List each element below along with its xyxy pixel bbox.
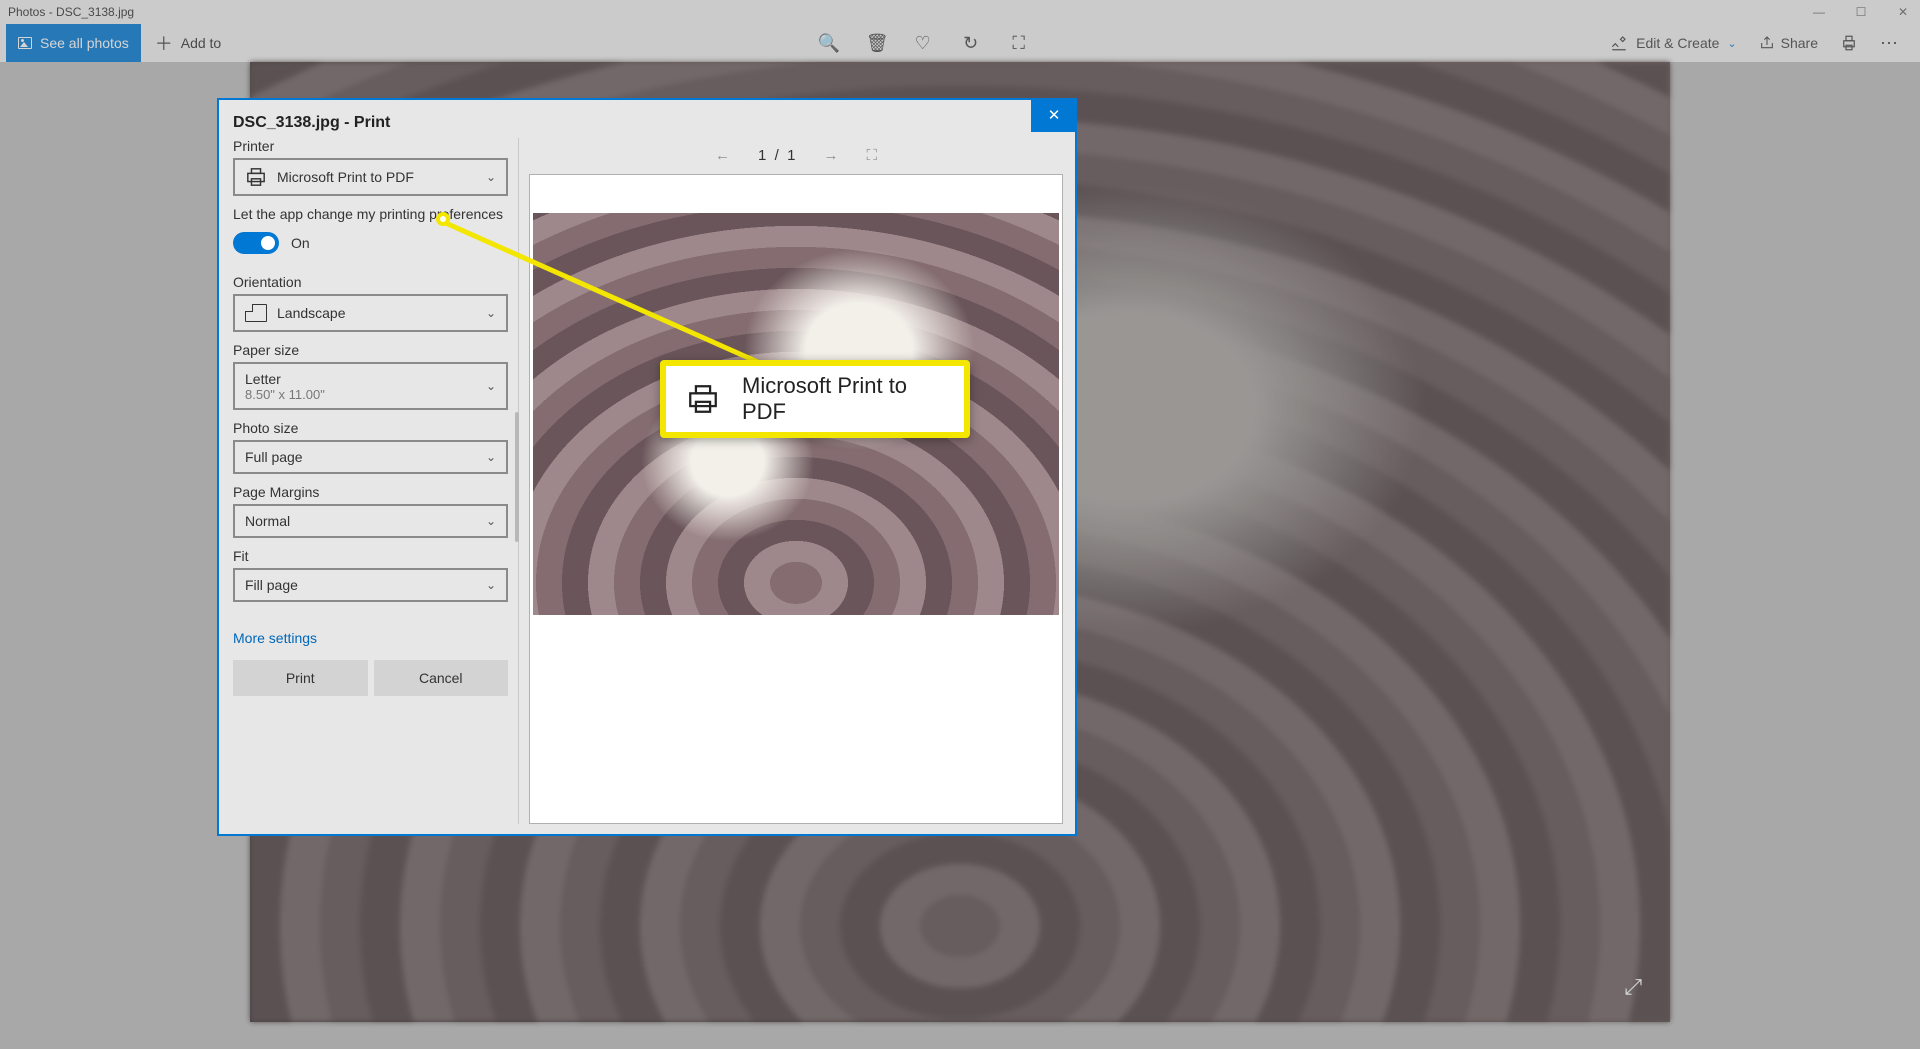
crop-icon[interactable]: ⛶	[1010, 33, 1028, 54]
paper-size-select[interactable]: Letter 8.50" x 11.00" ⌄	[233, 362, 508, 410]
window-controls: — ☐ ✕	[1810, 5, 1912, 19]
fit-label: Fit	[233, 548, 508, 564]
print-button[interactable]: Print	[233, 660, 368, 696]
chevron-down-icon: ⌄	[486, 450, 496, 464]
page-total: 1	[787, 147, 795, 164]
printer-value: Microsoft Print to PDF	[277, 169, 414, 185]
chevron-down-icon: ⌄	[486, 578, 496, 592]
printer-label: Printer	[233, 138, 508, 154]
add-to-label: Add to	[181, 35, 221, 51]
app-toolbar: See all photos ＋ Add to 🔍 🗑 ♡ ↻ ⛶ Edit &…	[0, 24, 1920, 62]
photo-size-select[interactable]: Full page ⌄	[233, 440, 508, 474]
fullscreen-icon[interactable]: ⤢	[1624, 974, 1642, 1000]
print-settings-panel: Printer Microsoft Print to PDF ⌄ Let the…	[233, 138, 519, 824]
toolbar-right: Edit & Create ⌄ Share ⋯	[1610, 33, 1914, 54]
more-settings-link[interactable]: More settings	[233, 630, 508, 646]
preview-toolbar: ← 1 / 1 → ⛶	[529, 138, 1063, 172]
delete-icon[interactable]: 🗑	[866, 33, 884, 54]
chevron-down-icon: ⌄	[486, 306, 496, 320]
page-margins-value: Normal	[245, 513, 290, 529]
page-current: 1	[758, 147, 766, 164]
add-to-button[interactable]: ＋ Add to	[141, 24, 235, 62]
photo-icon	[18, 37, 32, 49]
maximize-button[interactable]: ☐	[1852, 5, 1870, 19]
page-margins-label: Page Margins	[233, 484, 508, 500]
orientation-label: Orientation	[233, 274, 508, 290]
edit-create-label: Edit & Create	[1636, 35, 1719, 51]
annotation-text: Microsoft Print to PDF	[742, 373, 944, 425]
printer-icon	[245, 167, 267, 187]
share-icon	[1759, 35, 1775, 51]
minimize-button[interactable]: —	[1810, 5, 1828, 19]
close-window-button[interactable]: ✕	[1894, 5, 1912, 19]
edit-create-icon	[1610, 34, 1628, 52]
zoom-icon[interactable]: 🔍	[818, 33, 836, 54]
next-page-button[interactable]: →	[824, 147, 839, 164]
annotation-dot	[436, 212, 450, 226]
fit-value: Fill page	[245, 577, 298, 593]
prev-page-button[interactable]: ←	[715, 147, 730, 164]
print-dialog: ✕ DSC_3138.jpg - Print Printer Microsoft…	[217, 98, 1077, 836]
print-preview-panel: ← 1 / 1 → ⛶	[529, 138, 1063, 824]
cancel-button[interactable]: Cancel	[374, 660, 509, 696]
plus-icon: ＋	[155, 30, 173, 56]
paper-size-value: Letter	[245, 371, 281, 387]
photo-size-label: Photo size	[233, 420, 508, 436]
chevron-down-icon: ⌄	[486, 170, 496, 184]
share-button[interactable]: Share	[1759, 35, 1818, 51]
page-margins-select[interactable]: Normal ⌄	[233, 504, 508, 538]
heart-icon[interactable]: ♡	[914, 33, 932, 54]
print-icon[interactable]	[1840, 34, 1858, 52]
share-label: Share	[1781, 35, 1818, 51]
let-app-toggle[interactable]	[233, 232, 279, 254]
toggle-state: On	[291, 235, 310, 251]
page-sep: /	[775, 147, 779, 164]
toolbar-center: 🔍 🗑 ♡ ↻ ⛶	[235, 33, 1610, 54]
chevron-down-icon: ⌄	[1727, 37, 1736, 50]
edit-create-button[interactable]: Edit & Create ⌄	[1610, 34, 1736, 52]
window-title: Photos - DSC_3138.jpg	[8, 5, 1810, 19]
chevron-down-icon: ⌄	[486, 379, 496, 393]
annotation-callout: Microsoft Print to PDF	[660, 360, 970, 438]
chevron-down-icon: ⌄	[486, 514, 496, 528]
see-all-label: See all photos	[40, 35, 129, 51]
printer-select[interactable]: Microsoft Print to PDF ⌄	[233, 158, 508, 196]
fit-page-icon[interactable]: ⛶	[867, 147, 878, 164]
landscape-icon	[245, 304, 267, 322]
window-titlebar: Photos - DSC_3138.jpg — ☐ ✕	[0, 0, 1920, 24]
orientation-select[interactable]: Landscape ⌄	[233, 294, 508, 332]
rotate-icon[interactable]: ↻	[962, 33, 980, 54]
dialog-title: DSC_3138.jpg - Print	[219, 100, 1075, 138]
paper-size-label: Paper size	[233, 342, 508, 358]
paper-size-dim: 8.50" x 11.00"	[245, 387, 325, 402]
let-app-label: Let the app change my printing preferenc…	[233, 206, 508, 222]
see-all-photos-button[interactable]: See all photos	[6, 24, 141, 62]
page-indicator: 1 / 1	[758, 147, 796, 164]
more-menu-button[interactable]: ⋯	[1880, 33, 1900, 54]
close-dialog-button[interactable]: ✕	[1031, 98, 1077, 132]
orientation-value: Landscape	[277, 305, 346, 321]
fit-select[interactable]: Fill page ⌄	[233, 568, 508, 602]
photo-size-value: Full page	[245, 449, 303, 465]
printer-icon	[686, 382, 720, 416]
preview-sheet	[529, 174, 1063, 824]
